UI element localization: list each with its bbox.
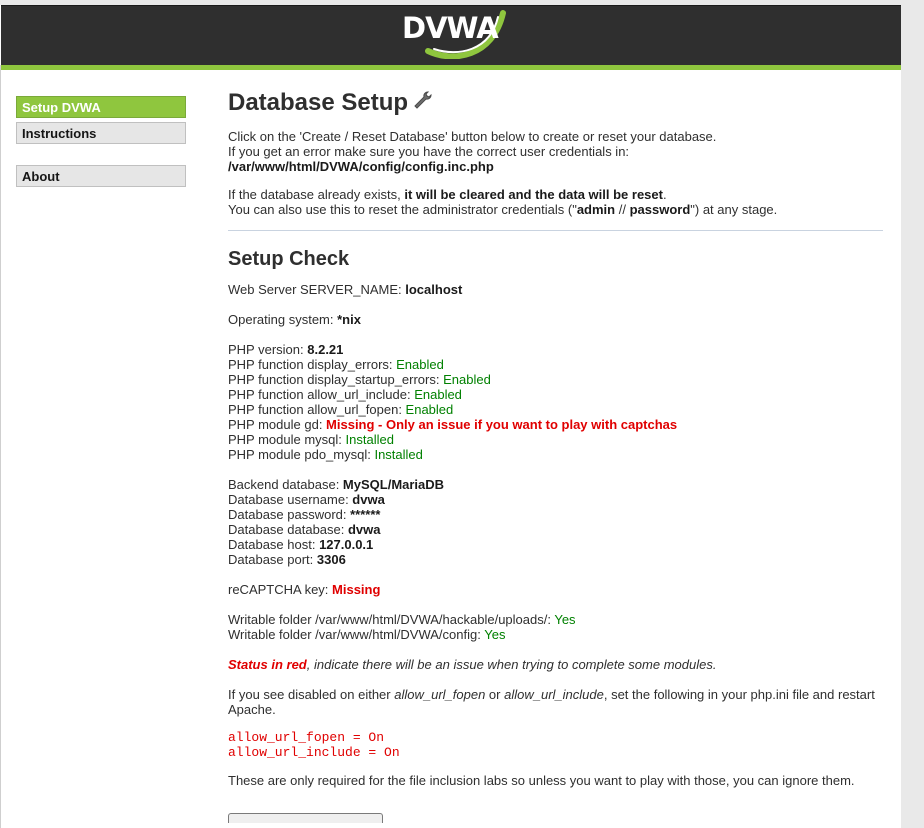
page-scroll-gutter <box>901 0 924 828</box>
os-row: Operating system: *nix <box>228 312 361 327</box>
status-note: Status in red, indicate there will be an… <box>228 657 717 672</box>
status-value: Yes <box>554 612 576 627</box>
left-border <box>0 65 1 828</box>
php-ini-code-block: allow_url_fopen = On allow_url_include =… <box>228 730 883 760</box>
main-body: Database Setup Click on the 'Create / Re… <box>228 86 883 826</box>
status-value: Enabled <box>414 387 462 402</box>
logo-text: DVWA <box>402 11 499 45</box>
status-value: Yes <box>484 627 506 642</box>
header-accent-bar <box>1 65 901 70</box>
php-check-row: PHP function display_startup_errors: Ena… <box>228 372 491 387</box>
menu-item-about[interactable]: About <box>16 165 186 187</box>
intro-text-4: You can also use this to reset the admin… <box>228 202 778 217</box>
php-check-row: PHP module mysql: Installed <box>228 432 394 447</box>
intro-text-3: If the database already exists, it will … <box>228 187 667 202</box>
main-menu: Setup DVWA Instructions About <box>16 96 186 187</box>
php-check-row: PHP module pdo_mysql: Installed <box>228 447 423 462</box>
recaptcha-row: reCAPTCHA key: Missing <box>228 582 381 597</box>
status-value: Installed <box>374 447 423 462</box>
db-row: Backend database: MySQL/MariaDB <box>228 477 445 492</box>
page-title: Database Setup <box>228 86 883 122</box>
intro-text-2: If you get an error make sure you have t… <box>228 144 630 174</box>
status-value: Missing <box>332 582 381 597</box>
dvwa-logo[interactable]: DVWA <box>398 7 508 60</box>
menu-item-instructions[interactable]: Instructions <box>16 122 186 144</box>
php-checks-list: PHP function display_errors: Enabled PHP… <box>228 357 883 462</box>
page-title-text: Database Setup <box>228 89 409 116</box>
create-reset-database-button[interactable] <box>228 813 383 823</box>
wrench-icon <box>412 87 434 121</box>
php-check-row: PHP function display_errors: Enabled <box>228 357 444 372</box>
db-row: Database port: 3306 <box>228 552 346 567</box>
status-value: Enabled <box>443 372 491 387</box>
config-path: /var/www/html/DVWA/config/config.inc.php <box>228 159 494 174</box>
intro-text-1: Click on the 'Create / Reset Database' b… <box>228 129 717 144</box>
status-value: Missing - Only an issue if you want to p… <box>326 417 678 432</box>
status-value: Installed <box>345 432 394 447</box>
php-check-row: PHP module gd: Missing - Only an issue i… <box>228 417 678 432</box>
db-row: Database password: ****** <box>228 507 381 522</box>
disabled-note: If you see disabled on either allow_url_… <box>228 687 875 717</box>
menu-item-setup-dvwa[interactable]: Setup DVWA <box>16 96 186 118</box>
db-row: Database host: 127.0.0.1 <box>228 537 374 552</box>
php-check-row: PHP function allow_url_fopen: Enabled <box>228 402 454 417</box>
writable-folder-row: Writable folder /var/www/html/DVWA/hacka… <box>228 612 576 627</box>
server-name-row: Web Server SERVER_NAME: localhost <box>228 282 463 297</box>
code-line: allow_url_include = On <box>228 745 400 760</box>
status-value: Enabled <box>396 357 444 372</box>
php-version-row: PHP version: 8.2.21 <box>228 342 344 357</box>
db-row: Database username: dvwa <box>228 492 385 507</box>
labs-note: These are only required for the file inc… <box>228 773 855 788</box>
code-line: allow_url_fopen = On <box>228 730 385 745</box>
header: DVWA <box>1 5 901 66</box>
database-info-list: Backend database: MySQL/MariaDB Database… <box>228 477 883 567</box>
setup-check-title: Setup Check <box>228 248 350 270</box>
php-check-row: PHP function allow_url_include: Enabled <box>228 387 462 402</box>
writable-folder-row: Writable folder /var/www/html/DVWA/confi… <box>228 627 506 642</box>
status-value: Enabled <box>405 402 454 417</box>
db-row: Database database: dvwa <box>228 522 381 537</box>
